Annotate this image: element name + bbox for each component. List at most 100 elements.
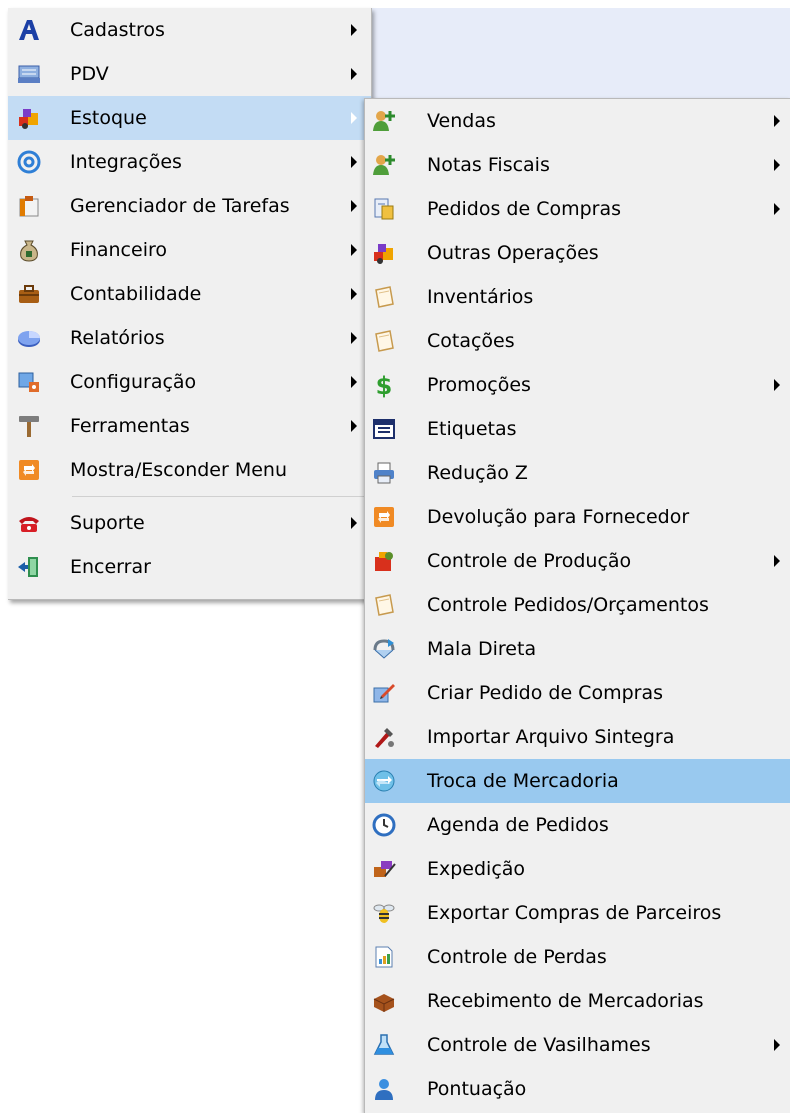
note-paper-icon bbox=[371, 328, 397, 354]
submenu-item-label: Controle de Produção bbox=[427, 550, 632, 572]
return-icon bbox=[371, 504, 397, 530]
menu-item-label: Financeiro bbox=[70, 239, 167, 261]
submenu-item-label: Etiquetas bbox=[427, 418, 517, 440]
hammer-icon bbox=[16, 413, 42, 439]
submenu-arrow-icon bbox=[351, 517, 357, 529]
submenu-item-controle-de-vasilhames[interactable]: Controle de Vasilhames bbox=[365, 1023, 790, 1067]
clock-icon bbox=[371, 812, 397, 838]
menu-item-label: Estoque bbox=[70, 107, 147, 129]
briefcase-icon bbox=[16, 281, 42, 307]
submenu-item-label: Promoções bbox=[427, 374, 531, 396]
submenu-item-label: Notas Fiscais bbox=[427, 154, 550, 176]
submenu-arrow-icon bbox=[351, 376, 357, 388]
menu-item-suporte[interactable]: Suporte bbox=[8, 501, 371, 545]
submenu-item-recebimento-de-mercadorias[interactable]: Recebimento de Mercadorias bbox=[365, 979, 790, 1023]
at-sign-icon bbox=[16, 149, 42, 175]
menu-item-label: Ferramentas bbox=[70, 415, 190, 437]
menu-item-integracoes[interactable]: Integrações bbox=[8, 140, 371, 184]
submenu-item-outras-operacoes[interactable]: Outras Operações bbox=[365, 231, 790, 275]
submenu-item-agenda-de-pedidos[interactable]: Agenda de Pedidos bbox=[365, 803, 790, 847]
label-table-icon bbox=[371, 416, 397, 442]
menu-item-label: Configuração bbox=[70, 371, 197, 393]
menu-item-configuracao[interactable]: Configuração bbox=[8, 360, 371, 404]
menu-item-label: Encerrar bbox=[70, 556, 151, 578]
submenu-arrow-icon bbox=[351, 244, 357, 256]
submenu-item-label: Mala Direta bbox=[427, 638, 537, 660]
menu-item-gerenciador-de-tarefas[interactable]: Gerenciador de Tarefas bbox=[8, 184, 371, 228]
menu-item-ferramentas[interactable]: Ferramentas bbox=[8, 404, 371, 448]
submenu-arrow-icon bbox=[774, 159, 780, 171]
exit-door-icon bbox=[16, 554, 42, 580]
menu-item-cadastros[interactable]: Cadastros bbox=[8, 8, 371, 52]
submenu-item-label: Inventários bbox=[427, 286, 534, 308]
submenu-item-troca-de-mercadoria[interactable]: Troca de Mercadoria bbox=[365, 759, 790, 803]
submenu-arrow-icon bbox=[351, 24, 357, 36]
printer-icon bbox=[371, 460, 397, 486]
submenu-item-label: Controle de Perdas bbox=[427, 946, 607, 968]
submenu-item-label: Criar Pedido de Compras bbox=[427, 682, 663, 704]
submenu-item-importar-arquivo-sintegra[interactable]: Importar Arquivo Sintegra bbox=[365, 715, 790, 759]
submenu-item-label: Devolução para Fornecedor bbox=[427, 506, 690, 528]
menu-item-estoque[interactable]: Estoque bbox=[8, 96, 371, 140]
submenu-item-pontuacao[interactable]: Pontuação bbox=[365, 1067, 790, 1111]
submenu-item-promocoes[interactable]: $ Promoções bbox=[365, 363, 790, 407]
submenu-item-controle-de-perdas[interactable]: Controle de Perdas bbox=[365, 935, 790, 979]
menu-item-financeiro[interactable]: Financeiro bbox=[8, 228, 371, 272]
shipping-icon bbox=[371, 856, 397, 882]
submenu-item-vendas[interactable]: Vendas bbox=[365, 99, 790, 143]
submenu-item-label: Agenda de Pedidos bbox=[427, 814, 609, 836]
submenu-item-cotacoes[interactable]: Cotações bbox=[365, 319, 790, 363]
production-icon bbox=[371, 548, 397, 574]
menu-item-mostra-esconder-menu[interactable]: Mostra/Esconder Menu bbox=[8, 448, 371, 492]
desktop-background bbox=[372, 8, 790, 100]
submenu-item-mala-direta[interactable]: Mala Direta bbox=[365, 627, 790, 671]
estoque-submenu: Vendas Notas Fiscais Pedidos de Compras … bbox=[364, 98, 790, 1113]
submenu-item-etiquetas[interactable]: Etiquetas bbox=[365, 407, 790, 451]
submenu-item-label: Exportar Compras de Parceiros bbox=[427, 902, 722, 924]
money-bag-icon bbox=[16, 237, 42, 263]
cash-register-icon bbox=[16, 61, 42, 87]
submenu-arrow-icon bbox=[774, 555, 780, 567]
submenu-arrow-icon bbox=[351, 332, 357, 344]
stock-boxes-icon bbox=[16, 105, 42, 131]
submenu-item-label: Controle Pedidos/Orçamentos bbox=[427, 594, 709, 616]
configuration-icon bbox=[16, 369, 42, 395]
submenu-arrow-icon bbox=[351, 156, 357, 168]
svg-text:$: $ bbox=[376, 372, 393, 398]
menu-item-contabilidade[interactable]: Contabilidade bbox=[8, 272, 371, 316]
submenu-item-expedicao[interactable]: Expedição bbox=[365, 847, 790, 891]
exchange-icon bbox=[371, 768, 397, 794]
submenu-item-criar-pedido-de-compras[interactable]: Criar Pedido de Compras bbox=[365, 671, 790, 715]
submenu-item-label: Outras Operações bbox=[427, 242, 599, 264]
submenu-item-controle-pedidos-orcamentos[interactable]: Controle Pedidos/Orçamentos bbox=[365, 583, 790, 627]
submenu-arrow-icon bbox=[351, 68, 357, 80]
submenu-item-devolucao-para-fornecedor[interactable]: Devolução para Fornecedor bbox=[365, 495, 790, 539]
toggle-menu-icon bbox=[16, 457, 42, 483]
submenu-item-inventarios[interactable]: Inventários bbox=[365, 275, 790, 319]
menu-item-pdv[interactable]: PDV bbox=[8, 52, 371, 96]
menu-item-label: Integrações bbox=[70, 151, 182, 173]
submenu-item-exportar-compras-de-parceiros[interactable]: Exportar Compras de Parceiros bbox=[365, 891, 790, 935]
submenu-arrow-icon bbox=[351, 200, 357, 212]
submenu-arrow-icon bbox=[351, 112, 357, 124]
submenu-arrow-icon bbox=[351, 288, 357, 300]
bee-icon bbox=[371, 900, 397, 926]
menu-item-relatorios[interactable]: Relatórios bbox=[8, 316, 371, 360]
submenu-arrow-icon bbox=[774, 203, 780, 215]
note-paper-icon bbox=[371, 284, 397, 310]
menu-separator bbox=[72, 496, 365, 497]
flask-icon bbox=[371, 1032, 397, 1058]
submenu-item-notas-fiscais[interactable]: Notas Fiscais bbox=[365, 143, 790, 187]
menu-item-label: Gerenciador de Tarefas bbox=[70, 195, 290, 217]
submenu-item-pedidos-de-compras[interactable]: Pedidos de Compras bbox=[365, 187, 790, 231]
menu-item-label: Contabilidade bbox=[70, 283, 202, 305]
submenu-item-label: Pedidos de Compras bbox=[427, 198, 622, 220]
submenu-item-label: Redução Z bbox=[427, 462, 528, 484]
direct-mail-icon bbox=[371, 636, 397, 662]
menu-item-encerrar[interactable]: Encerrar bbox=[8, 545, 371, 589]
submenu-item-controle-de-producao[interactable]: Controle de Produção bbox=[365, 539, 790, 583]
telephone-icon bbox=[16, 510, 42, 536]
submenu-item-reducao-z[interactable]: Redução Z bbox=[365, 451, 790, 495]
menu-item-label: Relatórios bbox=[70, 327, 165, 349]
stock-boxes-icon bbox=[371, 240, 397, 266]
